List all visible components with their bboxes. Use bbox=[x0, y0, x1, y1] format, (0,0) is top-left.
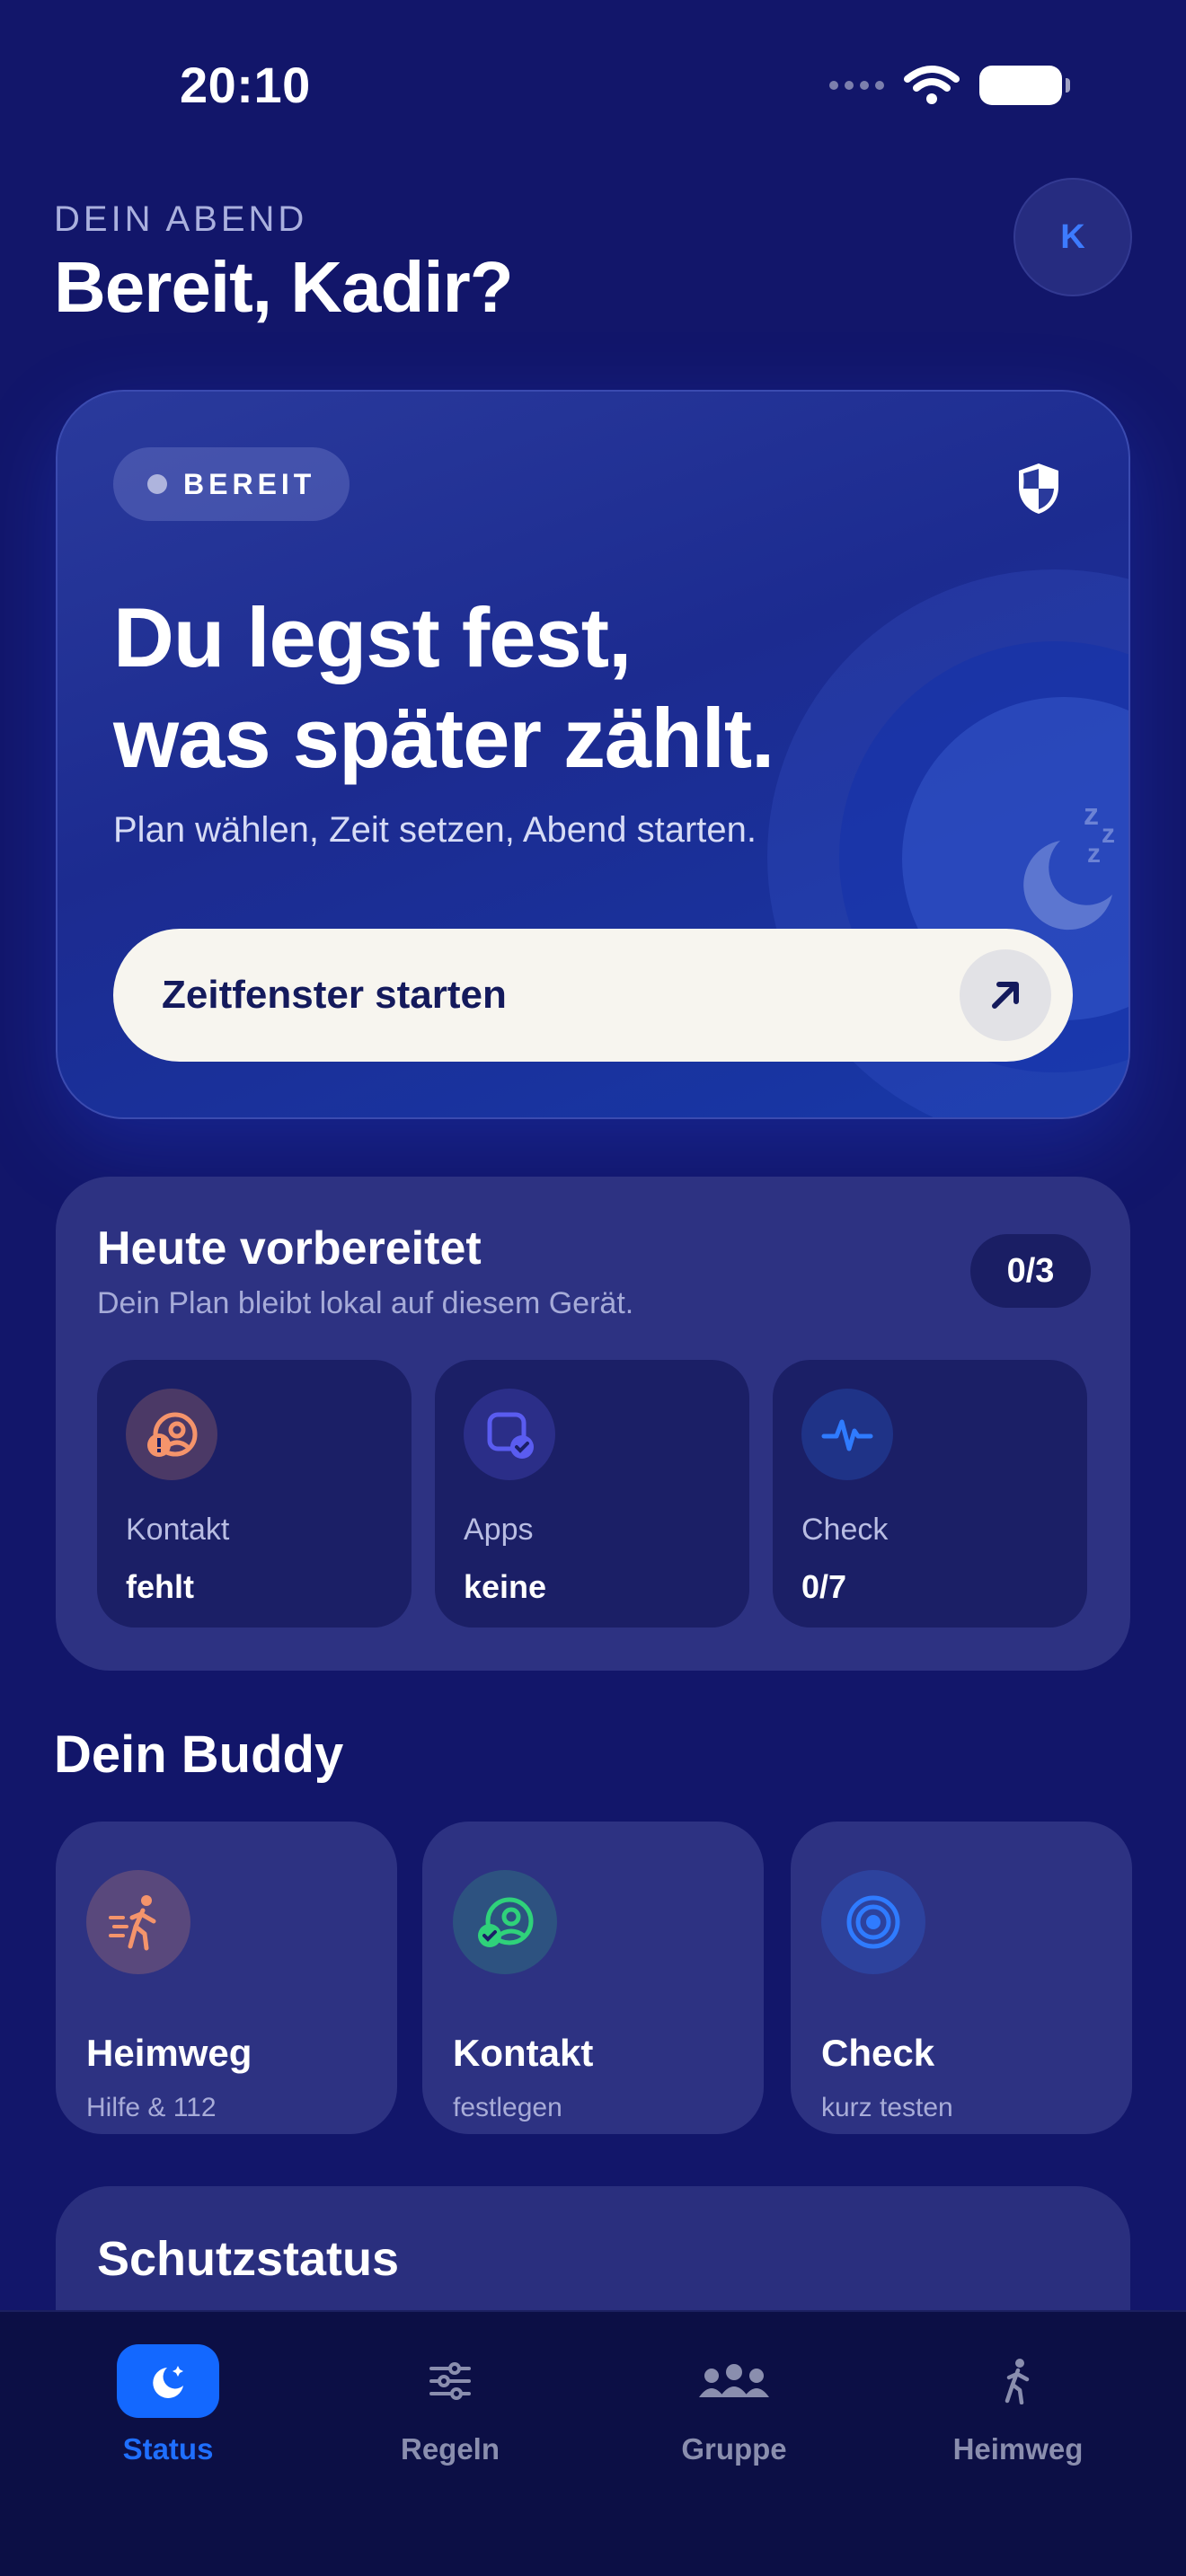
avatar[interactable]: K bbox=[1013, 178, 1132, 296]
shield-icon bbox=[1019, 463, 1058, 514]
contact-check-icon bbox=[453, 1870, 557, 1974]
prepared-title: Heute vorbereitet bbox=[97, 1222, 482, 1275]
prep-tile-apps[interactable]: Apps keine bbox=[435, 1360, 749, 1628]
battery-icon bbox=[979, 66, 1070, 105]
walking-icon bbox=[967, 2344, 1069, 2418]
status-indicators bbox=[829, 65, 1070, 106]
prep-tile-value: fehlt bbox=[126, 1568, 194, 1605]
moon-icon bbox=[117, 2344, 219, 2418]
svg-text:z: z bbox=[1084, 798, 1099, 832]
buddy-card-title: Kontakt bbox=[453, 2032, 594, 2074]
hero-title-line: Du legst fest, bbox=[113, 590, 632, 684]
tab-heimweg[interactable]: Heimweg bbox=[870, 2344, 1166, 2479]
tab-label: Heimweg bbox=[952, 2432, 1084, 2466]
apps-check-icon bbox=[464, 1389, 555, 1480]
buddy-card-subtitle: festlegen bbox=[453, 2093, 562, 2122]
group-icon bbox=[683, 2344, 785, 2418]
walking-icon bbox=[86, 1870, 190, 1974]
prep-tile-label: Check bbox=[801, 1513, 889, 1547]
buddy-heading: Dein Buddy bbox=[54, 1725, 344, 1784]
buddy-card-title: Heimweg bbox=[86, 2032, 252, 2074]
hero-title: Du legst fest, was später zählt. bbox=[113, 587, 922, 789]
prep-tile-check[interactable]: Check 0/7 bbox=[773, 1360, 1087, 1628]
protection-status-title: Schutzstatus bbox=[97, 2232, 400, 2286]
prep-tile-value: keine bbox=[464, 1568, 547, 1605]
sliders-icon bbox=[399, 2344, 501, 2418]
hero-card: z z z BEREIT Du legst fest, was später z… bbox=[56, 390, 1130, 1119]
buddy-card-kontakt[interactable]: Kontakt festlegen bbox=[422, 1822, 764, 2134]
arrow-up-right-icon bbox=[960, 949, 1051, 1041]
tab-status[interactable]: Status bbox=[20, 2344, 316, 2479]
prep-tile-label: Kontakt bbox=[126, 1513, 230, 1547]
prepared-count: 0/3 bbox=[970, 1234, 1091, 1308]
status-badge: BEREIT bbox=[113, 447, 350, 521]
status-dot bbox=[147, 474, 167, 494]
prep-tile-contact[interactable]: Kontakt fehlt bbox=[97, 1360, 412, 1628]
buddy-card-check[interactable]: Check kurz testen bbox=[791, 1822, 1132, 2134]
buddy-card-subtitle: Hilfe & 112 bbox=[86, 2093, 217, 2122]
page-title: Bereit, Kadir? bbox=[54, 247, 514, 327]
prepared-subtitle: Dein Plan bleibt lokal auf diesem Gerät. bbox=[97, 1286, 634, 1320]
hero-title-line: was später zählt. bbox=[113, 691, 774, 785]
header-eyebrow: DEIN ABEND bbox=[54, 199, 308, 239]
start-timewindow-label: Zeitfenster starten bbox=[162, 973, 507, 1017]
prep-tile-label: Apps bbox=[464, 1513, 534, 1547]
tab-label: Gruppe bbox=[681, 2432, 787, 2466]
buddy-card-heimweg[interactable]: Heimweg Hilfe & 112 bbox=[56, 1822, 397, 2134]
moon-sleep-icon: z z z bbox=[1023, 798, 1115, 931]
svg-text:z: z bbox=[1087, 839, 1101, 869]
status-badge-label: BEREIT bbox=[183, 467, 316, 500]
buddy-card-subtitle: kurz testen bbox=[821, 2093, 953, 2122]
status-time: 20:10 bbox=[180, 57, 311, 113]
tab-gruppe[interactable]: Gruppe bbox=[586, 2344, 882, 2479]
tab-regeln[interactable]: Regeln bbox=[302, 2344, 598, 2479]
pulse-icon bbox=[801, 1389, 893, 1480]
hero-subtitle: Plan wählen, Zeit setzen, Abend starten. bbox=[113, 810, 757, 850]
signal-icon bbox=[829, 81, 884, 90]
start-timewindow-button[interactable]: Zeitfenster starten bbox=[113, 929, 1073, 1062]
target-icon bbox=[821, 1870, 925, 1974]
tab-label: Regeln bbox=[400, 2432, 500, 2466]
wifi-icon bbox=[904, 66, 960, 104]
tab-label: Status bbox=[122, 2432, 214, 2466]
prep-tile-value: 0/7 bbox=[801, 1568, 847, 1605]
tab-bar: Status Regeln Gruppe Heimweg bbox=[0, 2310, 1186, 2576]
contact-alert-icon bbox=[126, 1389, 217, 1480]
buddy-card-title: Check bbox=[821, 2032, 935, 2074]
svg-text:z: z bbox=[1102, 819, 1115, 849]
prepared-card: Heute vorbereitet Dein Plan bleibt lokal… bbox=[56, 1177, 1130, 1671]
